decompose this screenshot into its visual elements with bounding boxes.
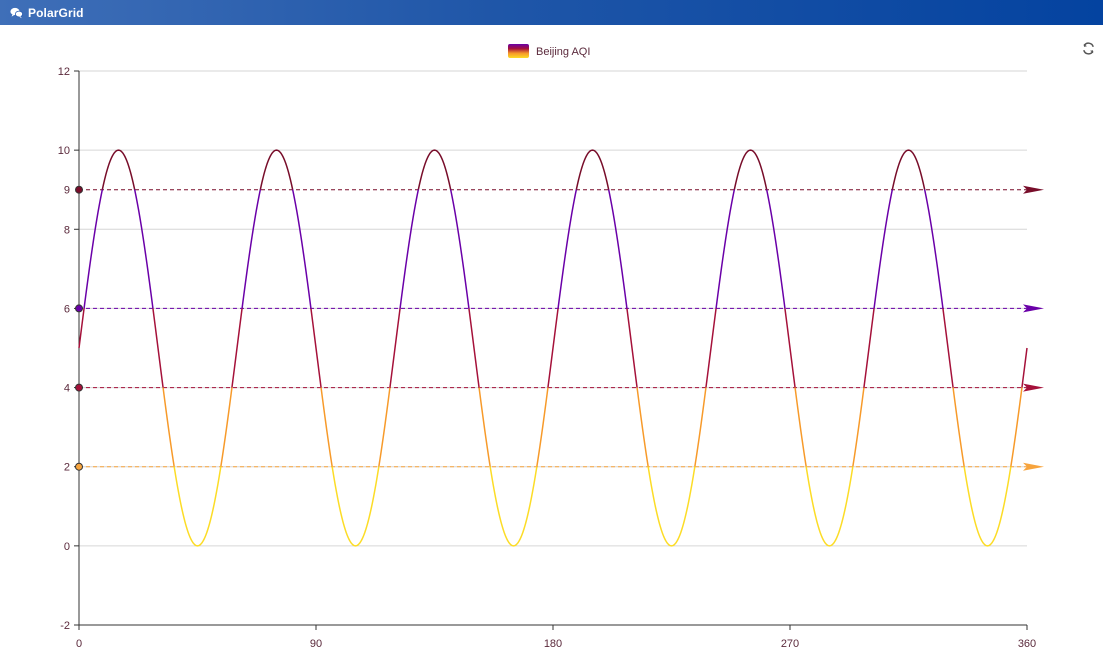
series-line-beijing-aqi[interactable] [78,149,1028,547]
y-markline-label: 9 [64,185,70,197]
line-chart: Beijing AQI -202468101290 90 180 270 360 [58,44,1044,650]
x-tick-label: 180 [544,638,562,650]
chat-bubbles-icon [10,7,23,19]
axes: -202468101290 90 180 270 360 [58,66,1036,650]
title-bar: PolarGrid [0,0,1103,25]
y-tick-label: 6 [64,303,70,315]
y-tick-label: 10 [58,145,70,157]
legend[interactable]: Beijing AQI [508,44,590,58]
x-tick-label: 90 [310,638,322,650]
mark-line-start-y4 [75,383,83,392]
y-tick-label: 0 [64,541,70,553]
mark-line-start-y9 [75,185,83,194]
x-tick-label: 270 [781,638,799,650]
y-tick-label: 12 [58,66,70,78]
legend-swatch [508,44,529,58]
mark-line-start-y2 [75,462,83,471]
x-tick-label: 360 [1018,638,1036,650]
y-tick-label: 8 [64,224,70,236]
mark-line-start-y6 [75,304,83,313]
legend-label: Beijing AQI [536,46,590,58]
x-tick-label: 0 [76,638,82,650]
y-tick-label: 4 [64,383,70,395]
mark-points [75,185,1044,471]
series-layer [78,149,1028,547]
window-title: PolarGrid [28,5,84,20]
y-tick-label: -2 [60,620,70,632]
y-tick-label: 2 [64,462,70,474]
